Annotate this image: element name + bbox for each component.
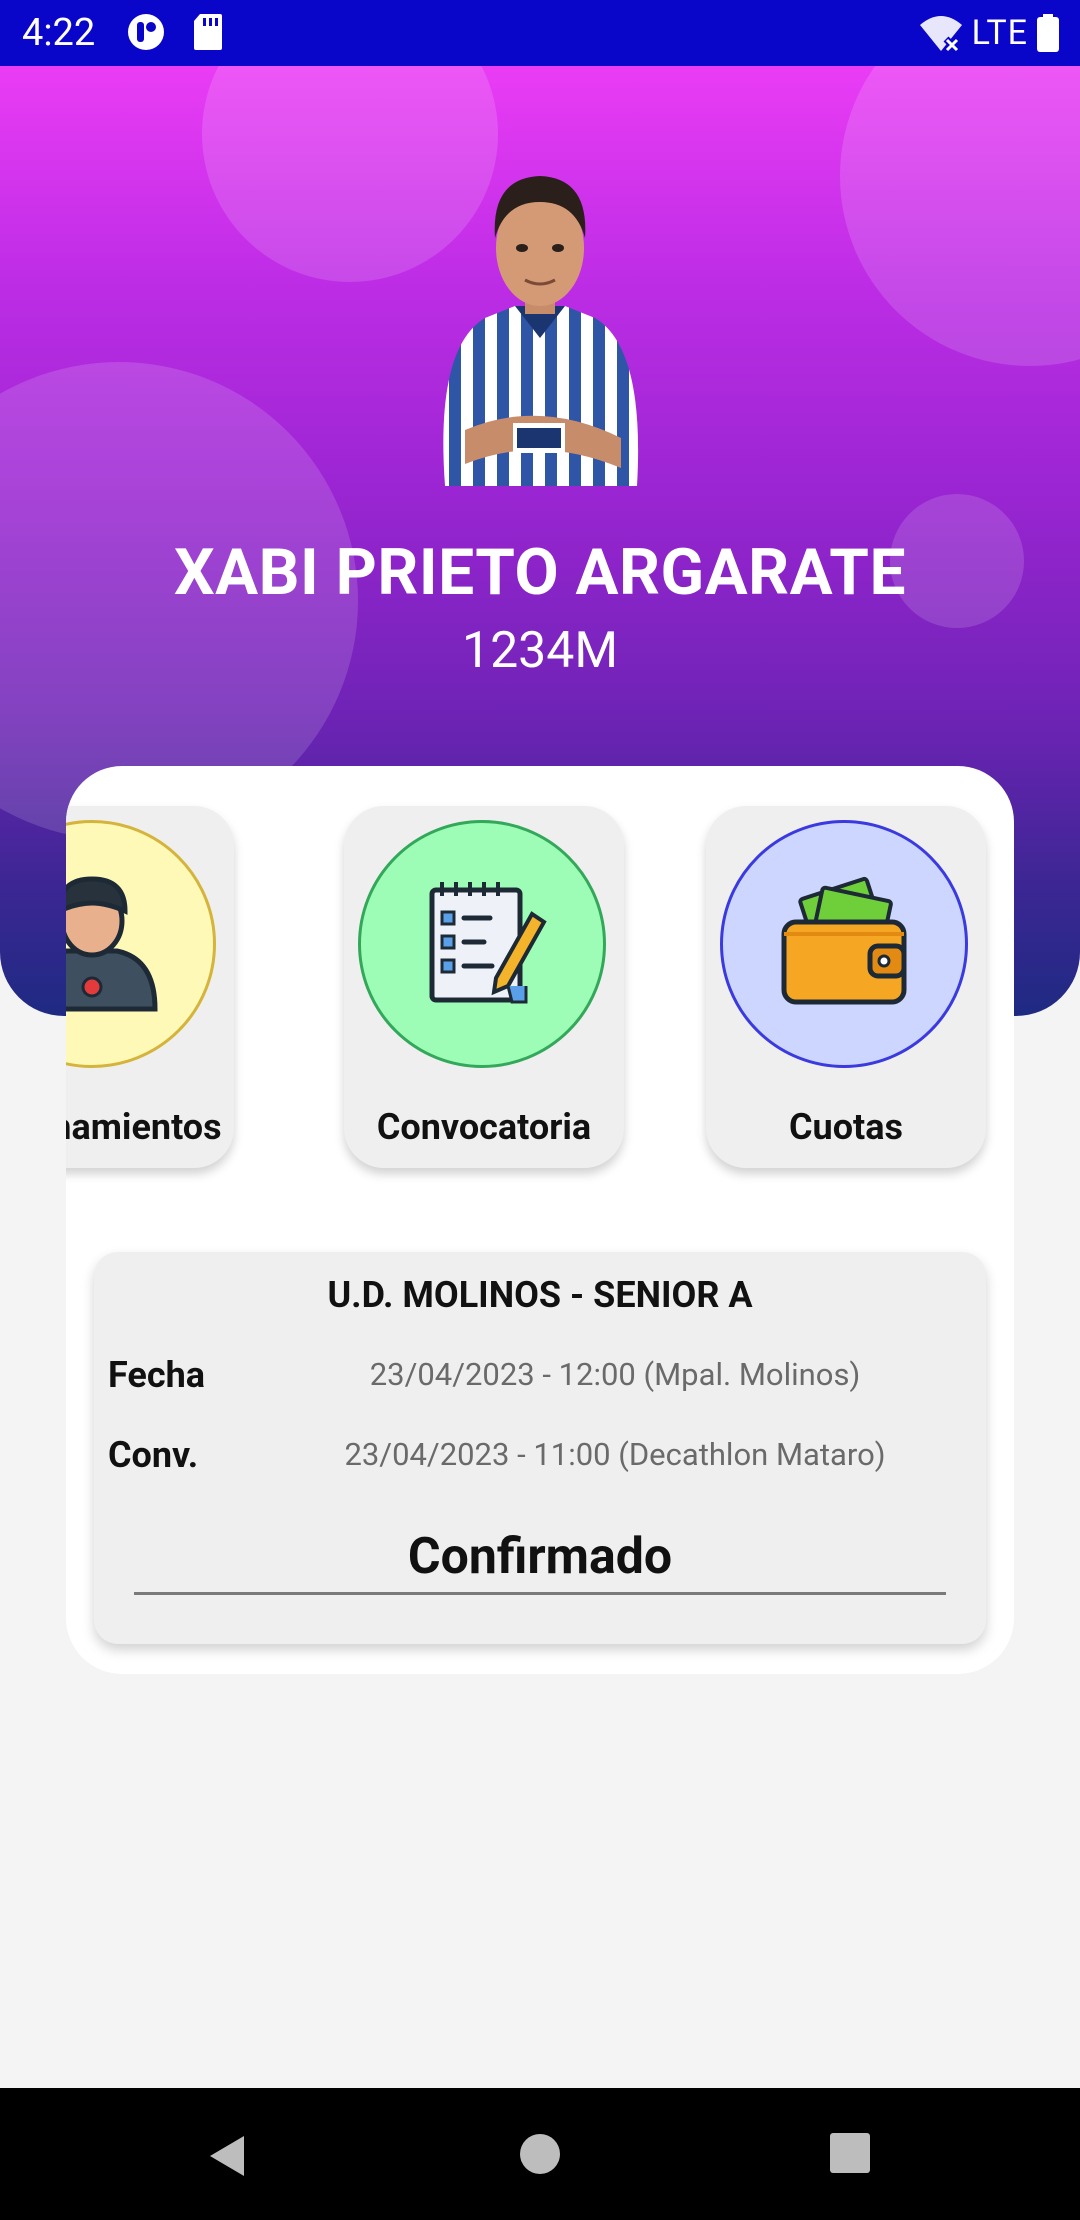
checklist-icon bbox=[429, 882, 547, 1004]
menu-icon-circle bbox=[66, 820, 216, 1068]
fecha-value: 23/04/2023 - 12:00 (Mpal. Molinos) bbox=[369, 1356, 861, 1393]
battery-icon bbox=[1037, 14, 1059, 52]
conv-value: 23/04/2023 - 11:00 (Decathlon Mataro) bbox=[344, 1436, 886, 1473]
fecha-label: Fecha bbox=[108, 1354, 206, 1396]
menu-label: Entrenamientos bbox=[66, 1106, 222, 1148]
home-icon[interactable] bbox=[518, 2132, 562, 2176]
wallet-icon bbox=[781, 876, 907, 1005]
menu-item-entrenamientos[interactable]: Entrenamientos bbox=[66, 806, 234, 1168]
confirmation-status[interactable]: Confirmado bbox=[134, 1528, 946, 1595]
menu-icon-circle bbox=[358, 820, 606, 1068]
menu-item-cuotas[interactable]: Cuotas bbox=[706, 806, 986, 1168]
network-label: LTE bbox=[971, 13, 1028, 53]
menu-item-convocatoria[interactable]: Convocatoria bbox=[344, 806, 624, 1168]
app-notification-icon bbox=[128, 14, 164, 50]
wifi-off-icon bbox=[919, 16, 962, 53]
recents-icon[interactable] bbox=[829, 2132, 871, 2174]
conv-label: Conv. bbox=[108, 1434, 199, 1476]
status-bar: 4:22 LTE bbox=[0, 0, 1080, 66]
menu-icon-circle bbox=[720, 820, 968, 1068]
match-title: U.D. MOLINOS - SENIOR A bbox=[327, 1274, 753, 1316]
match-card[interactable]: U.D. MOLINOS - SENIOR A Fecha 23/04/2023… bbox=[94, 1252, 986, 1644]
player-name: XABI PRIETO ARGARATE bbox=[174, 535, 906, 610]
back-icon[interactable] bbox=[204, 2132, 248, 2180]
main-card: Entrenamientos Convocatoria bbox=[66, 766, 1014, 1674]
player-code: 1234M bbox=[461, 622, 619, 680]
menu-label: Convocatoria bbox=[376, 1106, 592, 1148]
menu-label: Cuotas bbox=[789, 1106, 903, 1148]
decor-bubble bbox=[840, 66, 1080, 366]
player-avatar[interactable] bbox=[425, 168, 655, 486]
coach-icon bbox=[66, 876, 158, 1012]
navigation-bar bbox=[0, 2088, 1080, 2220]
status-time: 4:22 bbox=[22, 11, 96, 55]
sd-card-icon bbox=[194, 14, 222, 50]
